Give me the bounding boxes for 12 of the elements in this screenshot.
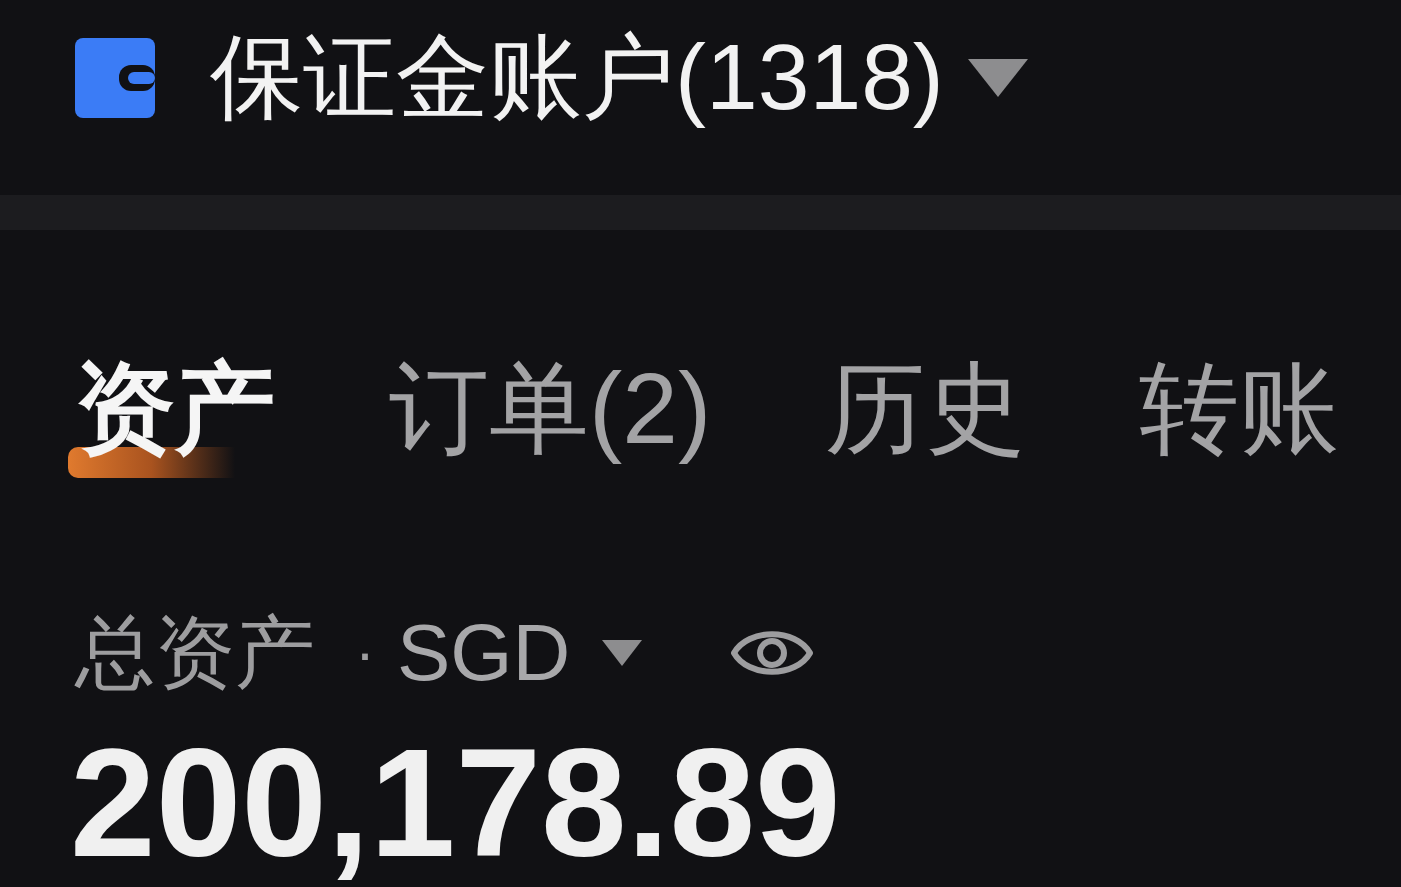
total-assets-value: 200,178.89 [70,717,841,887]
tab[interactable]: 订单(2) [382,358,719,478]
currency-selector[interactable]: SGD [397,613,643,693]
tab[interactable]: 转账 [1132,358,1347,478]
separator-dot: · [355,623,375,683]
caret-icon [967,58,1028,97]
account-selector[interactable]: 保证金账户(1318) [210,19,1028,136]
tab[interactable]: 资产 [68,358,282,478]
wallet-icon [75,37,155,118]
total-assets-label: 总资产 [75,613,315,693]
caret-icon [602,640,643,666]
tab[interactable]: 历史 [818,358,1033,478]
